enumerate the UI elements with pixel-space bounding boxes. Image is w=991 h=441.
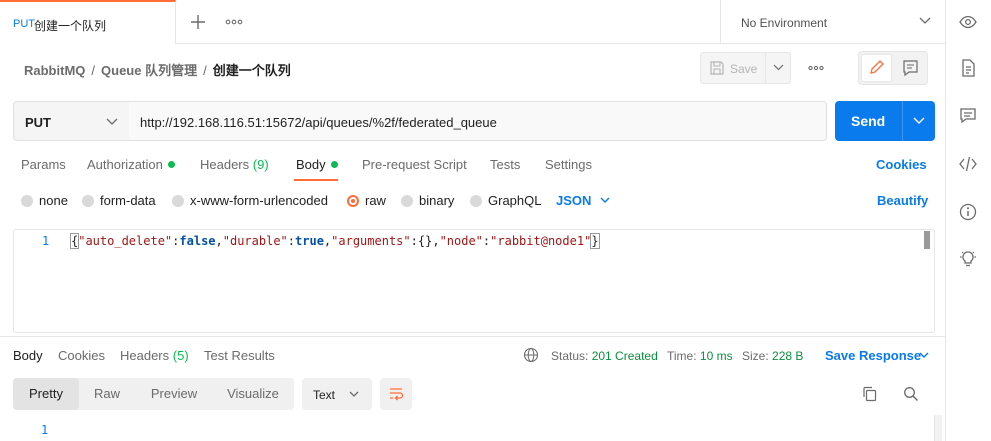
code-snippet-icon[interactable] xyxy=(958,154,978,174)
response-tab-test-results[interactable]: Test Results xyxy=(204,348,275,363)
breadcrumb-request[interactable]: 创建一个队列 xyxy=(213,63,291,78)
response-tab-headers[interactable]: Headers (5) xyxy=(120,348,189,363)
tab-params[interactable]: Params xyxy=(21,157,66,172)
url-input[interactable]: http://192.168.116.51:15672/api/queues/%… xyxy=(129,101,827,141)
chevron-down-icon xyxy=(919,352,929,359)
status-dot xyxy=(167,161,175,168)
chevron-down-icon xyxy=(349,391,359,398)
response-line-number: 1 xyxy=(41,423,49,437)
documentation-mode-button[interactable] xyxy=(896,54,925,82)
response-format-select[interactable]: Text xyxy=(302,378,372,410)
body-format-value: JSON xyxy=(556,193,592,208)
status-dot xyxy=(330,161,338,168)
comment-doc-icon xyxy=(903,60,918,77)
info-icon[interactable] xyxy=(958,202,978,222)
lightbulb-icon[interactable] xyxy=(958,249,978,269)
pencil-icon xyxy=(870,60,884,74)
response-divider[interactable] xyxy=(0,336,945,337)
send-divider xyxy=(902,101,903,141)
wrap-lines-icon xyxy=(390,388,404,401)
response-status[interactable]: Status: 201 Created xyxy=(551,349,658,363)
response-tab-cookies[interactable]: Cookies xyxy=(58,348,105,363)
send-label: Send xyxy=(851,113,886,129)
save-icon xyxy=(710,61,724,75)
tab-method-label: PUT xyxy=(13,18,35,30)
view-mode-preview[interactable]: Preview xyxy=(137,378,211,410)
chevron-down-icon xyxy=(600,197,610,204)
tab-tests[interactable]: Tests xyxy=(490,157,520,172)
more-options-icon[interactable] xyxy=(806,58,826,78)
view-mode-raw[interactable]: Raw xyxy=(79,378,135,410)
response-time[interactable]: Time: 10 ms xyxy=(667,349,733,363)
time-value: 10 ms xyxy=(699,349,733,363)
response-size[interactable]: Size: 228 B xyxy=(742,349,803,363)
code-line: {"auto_delete":false,"durable":true,"arg… xyxy=(69,233,600,249)
search-icon[interactable] xyxy=(902,385,920,403)
url-value: http://192.168.116.51:15672/api/queues/%… xyxy=(140,115,497,130)
active-tab-underline xyxy=(294,179,338,181)
line-number: 1 xyxy=(42,234,50,248)
comments-icon[interactable] xyxy=(958,106,978,126)
http-method-value: PUT xyxy=(25,115,51,130)
copy-icon[interactable] xyxy=(861,385,879,403)
chevron-down-icon xyxy=(919,17,931,25)
response-tab-body[interactable]: Body xyxy=(13,348,43,363)
new-tab-plus-icon[interactable] xyxy=(188,12,208,32)
body-format-select[interactable]: JSON xyxy=(556,193,610,208)
send-button[interactable]: Send xyxy=(835,101,935,141)
save-response-label: Save Response xyxy=(825,348,922,363)
tab-title: 创建一个队列 xyxy=(34,19,107,33)
breadcrumb-folder[interactable]: Queue 队列管理 xyxy=(101,63,197,78)
breadcrumb: RabbitMQ / Queue 队列管理 / 创建一个队列 xyxy=(24,63,291,78)
tab-settings[interactable]: Settings xyxy=(545,157,592,172)
request-body-editor[interactable]: 1 {"auto_delete":false,"durable":true,"a… xyxy=(13,229,935,333)
chevron-down-icon xyxy=(106,118,118,126)
tab-body[interactable]: Body xyxy=(296,157,338,172)
globe-icon[interactable] xyxy=(523,347,539,363)
size-value: 228 B xyxy=(772,349,804,363)
http-method-select[interactable]: PUT xyxy=(13,101,130,141)
save-button[interactable]: Save xyxy=(700,52,766,84)
view-mode-visualize[interactable]: Visualize xyxy=(213,378,293,410)
view-mode-pretty[interactable]: Pretty xyxy=(13,378,79,410)
chevron-down-icon xyxy=(773,64,784,71)
response-view-modes: Pretty Raw Preview Visualize xyxy=(13,378,294,410)
response-scrollbar[interactable] xyxy=(934,415,942,441)
tab-authorization[interactable]: Authorization xyxy=(87,157,175,172)
request-tab-active[interactable]: PUT 创建一个队列 xyxy=(0,0,176,44)
breadcrumb-collection[interactable]: RabbitMQ xyxy=(24,63,85,78)
editor-scrollbar[interactable] xyxy=(924,231,930,249)
view-mode-toggle xyxy=(858,51,928,85)
chevron-down-icon[interactable] xyxy=(913,117,925,125)
edit-mode-button[interactable] xyxy=(861,54,892,82)
wrap-lines-button[interactable] xyxy=(380,378,412,410)
more-tabs-icon[interactable] xyxy=(224,13,244,31)
tab-prerequest-script[interactable]: Pre-request Script xyxy=(362,157,467,172)
eye-icon[interactable] xyxy=(958,12,978,32)
save-options-button[interactable] xyxy=(765,52,791,84)
status-value: 201 Created xyxy=(591,349,658,363)
save-label: Save xyxy=(730,62,758,76)
environment-selector[interactable]: No Environment xyxy=(720,0,945,44)
beautify-link[interactable]: Beautify xyxy=(877,193,928,208)
environment-label: No Environment xyxy=(741,16,828,30)
response-format-value: Text xyxy=(313,388,336,402)
right-sidebar xyxy=(945,0,991,441)
documentation-icon[interactable] xyxy=(958,58,978,78)
tab-headers[interactable]: Headers (9) xyxy=(200,157,269,172)
save-response-button[interactable]: Save Response xyxy=(825,348,929,363)
cookies-link[interactable]: Cookies xyxy=(876,157,927,172)
